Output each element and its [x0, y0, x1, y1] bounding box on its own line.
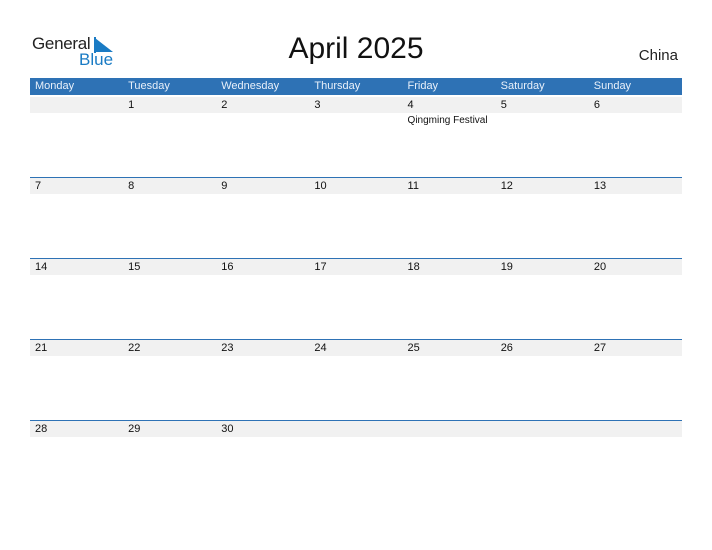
day-number: 3 [314, 99, 321, 111]
day-cell[interactable]: 4 Qingming Festival [403, 97, 496, 178]
day-cell[interactable] [403, 421, 496, 502]
day-cell[interactable]: 3 [309, 97, 402, 178]
day-number: 9 [221, 180, 228, 192]
day-number: 27 [593, 342, 607, 354]
day-cell[interactable]: 21 [30, 340, 123, 421]
day-number: 30 [221, 423, 234, 435]
day-cell[interactable]: 18 [403, 259, 496, 340]
weekday-saturday: Saturday [500, 80, 545, 92]
day-cell[interactable]: 8 [123, 178, 216, 259]
day-cell[interactable]: 14 [30, 259, 123, 340]
day-number: 29 [128, 423, 141, 435]
weekday-thursday: Thursday [314, 80, 361, 92]
day-cell[interactable]: 6 [589, 97, 682, 178]
day-number: 5 [500, 99, 507, 111]
day-cell[interactable]: 20 [589, 259, 682, 340]
day-number: 14 [35, 261, 48, 273]
day-number: 8 [128, 180, 135, 192]
day-cell[interactable]: 23 [216, 340, 309, 421]
day-cell[interactable]: 27 [589, 340, 682, 421]
weekday-wednesday: Wednesday [221, 80, 280, 92]
day-cell[interactable]: 9 [216, 178, 309, 259]
day-cell[interactable]: 10 [309, 178, 402, 259]
day-number: 13 [593, 180, 607, 192]
country-label: China [638, 47, 678, 64]
day-number: 20 [593, 261, 607, 273]
day-number: 19 [500, 261, 513, 273]
day-number: 28 [35, 423, 48, 435]
day-cell[interactable]: 12 [496, 178, 589, 259]
day-cell[interactable]: 11 [403, 178, 496, 259]
day-cell[interactable]: 25 [403, 340, 496, 421]
day-number: 18 [407, 261, 420, 273]
day-number: 4 [407, 99, 414, 111]
day-number: 26 [500, 342, 513, 354]
day-cell[interactable]: 24 [309, 340, 402, 421]
day-cell[interactable]: 13 [589, 178, 682, 259]
day-number: 12 [500, 180, 513, 192]
day-number: 2 [221, 99, 228, 111]
day-cell[interactable]: 16 [216, 259, 309, 340]
weekday-friday: Friday [407, 80, 439, 92]
day-cell[interactable] [309, 421, 402, 502]
day-cell[interactable] [30, 97, 123, 178]
day-cell[interactable]: 30 [216, 421, 309, 502]
day-cell[interactable]: 17 [309, 259, 402, 340]
week-row: 21 22 23 24 25 26 27 [30, 339, 682, 421]
day-cell[interactable] [589, 421, 682, 502]
day-cell[interactable]: 5 [496, 97, 589, 178]
day-number: 1 [128, 99, 135, 111]
week-row: 1 2 3 4 Qingming Festival 5 6 [30, 97, 682, 178]
day-cell[interactable]: 1 [123, 97, 216, 178]
weekday-header: Monday Tuesday Wednesday Thursday Friday… [30, 78, 682, 95]
week-row: 14 15 16 17 18 19 20 [30, 258, 682, 340]
day-cell[interactable]: 28 [30, 421, 123, 502]
day-number: 15 [128, 261, 141, 273]
day-number: 25 [407, 342, 420, 354]
day-number: 21 [35, 342, 48, 354]
day-number: 11 [407, 180, 419, 192]
day-cell[interactable]: 15 [123, 259, 216, 340]
day-cell[interactable]: 22 [123, 340, 216, 421]
weekday-monday: Monday [35, 80, 75, 92]
day-cell[interactable]: 19 [496, 259, 589, 340]
day-number: 16 [221, 261, 234, 273]
day-cell[interactable]: 2 [216, 97, 309, 178]
day-cell[interactable]: 7 [30, 178, 123, 259]
holiday-label: Qingming Festival [407, 115, 488, 126]
calendar-title: April 2025 [288, 32, 424, 65]
day-cell[interactable] [496, 421, 589, 502]
day-number: 23 [221, 342, 234, 354]
weekday-tuesday: Tuesday [128, 80, 170, 92]
week-row: 28 29 30 [30, 420, 682, 502]
day-number: 7 [35, 180, 42, 192]
day-number: 17 [314, 261, 327, 273]
week-row: 7 8 9 10 11 12 13 [30, 177, 682, 259]
day-number: 10 [314, 180, 327, 192]
day-number: 22 [128, 342, 141, 354]
day-number: 6 [593, 99, 600, 111]
day-cell[interactable]: 29 [123, 421, 216, 502]
day-cell[interactable]: 26 [496, 340, 589, 421]
day-number: 24 [314, 342, 327, 354]
weekday-sunday: Sunday [593, 80, 632, 92]
